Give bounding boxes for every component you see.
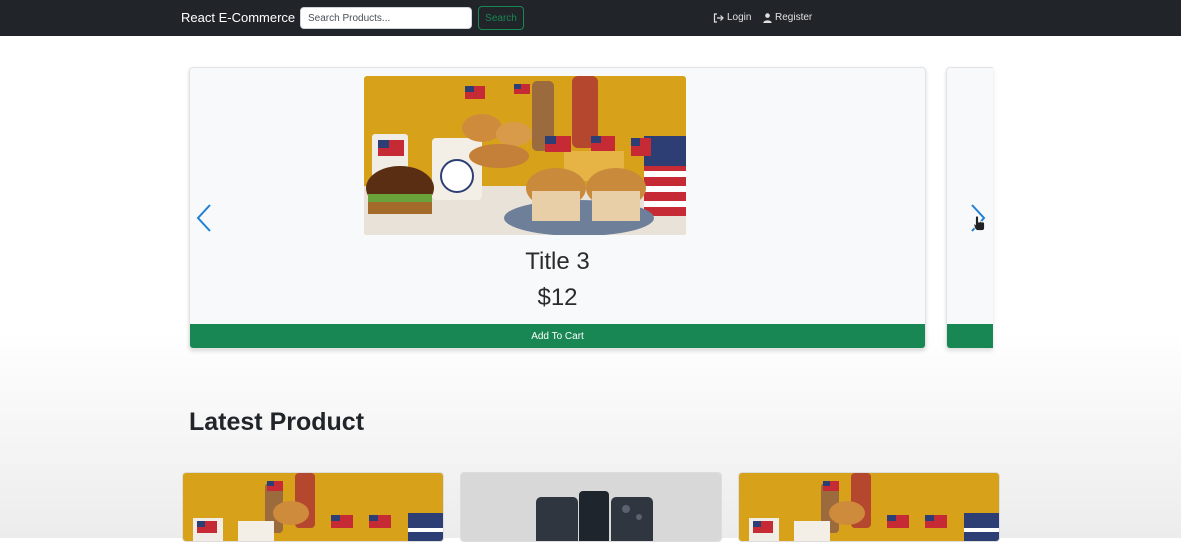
product-price: $12 <box>537 284 578 311</box>
user-icon <box>763 12 772 23</box>
search-input[interactable] <box>300 7 472 29</box>
register-link[interactable]: Register <box>763 12 812 23</box>
add-to-cart-button-partial[interactable] <box>947 324 993 348</box>
product-card[interactable] <box>182 472 444 542</box>
section-title-latest: Latest Product <box>189 408 365 436</box>
login-label: Login <box>727 12 752 23</box>
chevron-left-icon[interactable] <box>195 203 213 233</box>
product-image <box>364 76 686 235</box>
login-link[interactable]: Login <box>713 12 751 23</box>
add-to-cart-button[interactable]: Add To Cart <box>190 324 925 348</box>
search-button[interactable]: Search <box>478 6 524 30</box>
hand-cursor-icon <box>973 215 985 231</box>
product-image <box>461 473 721 541</box>
product-card[interactable] <box>460 472 722 542</box>
product-image <box>183 473 443 541</box>
carousel-slide-active: Title 3 $12 Add To Cart <box>189 67 926 349</box>
product-image <box>739 473 999 541</box>
register-label: Register <box>775 12 813 23</box>
product-title: Title 3 <box>525 248 590 275</box>
brand-link[interactable]: React E-Commerce <box>181 10 295 25</box>
navbar: React E-Commerce Search Login Register <box>0 0 1181 36</box>
product-card[interactable] <box>738 472 1000 542</box>
sign-in-icon <box>713 12 724 23</box>
